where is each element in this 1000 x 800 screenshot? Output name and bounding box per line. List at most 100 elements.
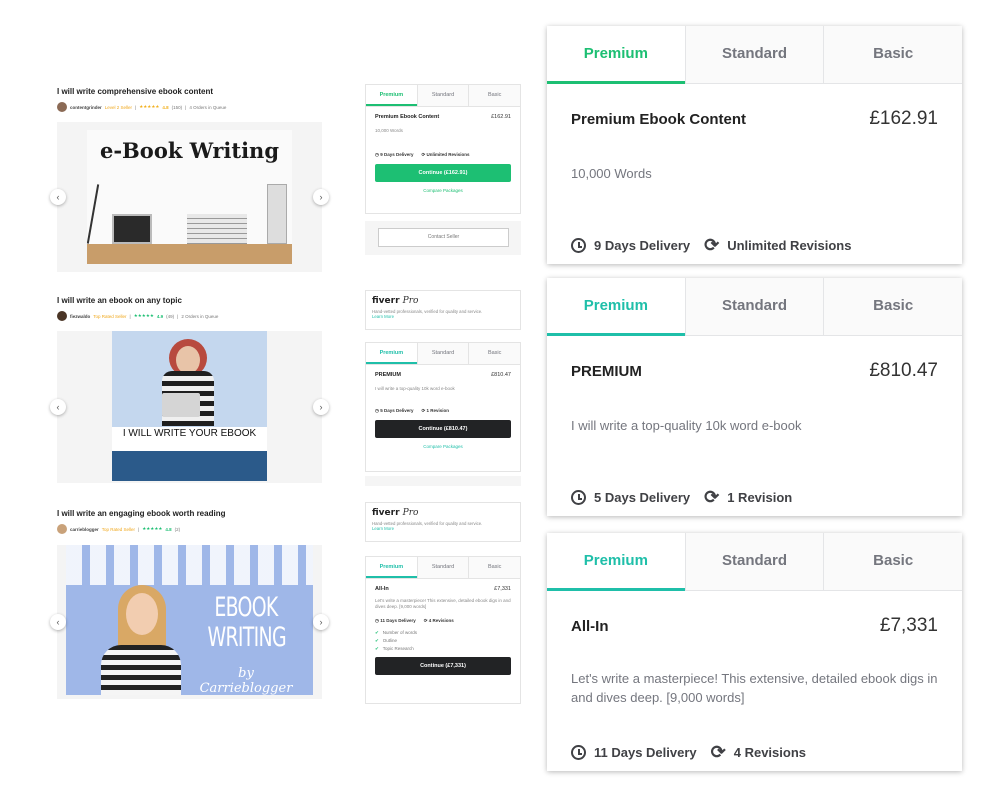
tab-premium[interactable]: Premium xyxy=(547,278,685,336)
delivery-label: 9 Days Delivery xyxy=(380,152,414,157)
tab-standard[interactable]: Standard xyxy=(416,343,469,364)
avatar[interactable] xyxy=(57,102,67,112)
chevron-left-icon[interactable]: ‹ xyxy=(50,399,66,415)
mini-package-widget-2: Premium Standard Basic PREMIUM £810.47 I… xyxy=(365,342,521,472)
tab-standard[interactable]: Standard xyxy=(684,533,824,591)
feature-label: Topic Research xyxy=(382,646,414,651)
delivery-time: ◷ 11 Days Delivery xyxy=(375,618,416,623)
delivery-time: 9 Days Delivery xyxy=(571,238,690,253)
review-count: (2) xyxy=(174,526,181,532)
package-header: Premium Ebook Content £162.91 xyxy=(571,108,938,130)
seller-level: Level 2 Seller xyxy=(104,104,133,110)
gig-card-2: I will write an ebook on any topic fiezw… xyxy=(50,296,329,483)
rating-stars-icon: ★★★★★ xyxy=(139,104,160,109)
tab-basic[interactable]: Basic xyxy=(468,85,521,106)
compare-packages-link[interactable]: Compare Packages xyxy=(375,444,511,449)
tab-basic[interactable]: Basic xyxy=(468,557,521,578)
revisions: ⟳ 1 Revision xyxy=(704,488,792,506)
avatar[interactable] xyxy=(57,311,67,321)
gig-gallery[interactable]: EBOOK WRITING by Carrieblogger ‹ › xyxy=(50,545,329,699)
check-icon: ✔ xyxy=(375,646,379,651)
seller-name[interactable]: contentgrinder xyxy=(70,105,102,110)
chevron-right-icon[interactable]: › xyxy=(313,189,329,205)
tab-premium[interactable]: Premium xyxy=(547,533,685,591)
delivery-label: 5 Days Delivery xyxy=(380,408,414,413)
tab-standard[interactable]: Standard xyxy=(416,557,469,578)
learn-more-link[interactable]: Learn More xyxy=(372,526,514,531)
refresh-icon: ⟳ xyxy=(710,742,726,762)
package-header: PREMIUM £810.47 xyxy=(375,372,511,378)
seller-name[interactable]: carrieblogger xyxy=(70,527,99,532)
tab-basic[interactable]: Basic xyxy=(823,26,963,84)
package-body: All-In £7,331 Let's write a masterpiece!… xyxy=(366,579,520,683)
gig-gallery[interactable]: e-Book Writing ‹ › xyxy=(50,122,329,272)
continue-button[interactable]: Continue (£7,331) xyxy=(375,657,511,675)
review-count: (49) xyxy=(166,313,175,319)
contact-seller-button[interactable]: Contact Seller xyxy=(378,228,509,247)
package-header: All-In £7,331 xyxy=(375,586,511,592)
rating-stars-icon: ★★★★★ xyxy=(133,313,154,318)
revisions: ⟳ 1 Revision xyxy=(421,408,450,413)
package-description: Let's write a masterpiece! This extensiv… xyxy=(375,598,511,609)
gig-title[interactable]: I will write comprehensive ebook content xyxy=(57,87,322,96)
gig-gallery[interactable]: I WILL WRITE YOUR EBOOK ‹ › xyxy=(50,331,329,483)
delivery-time: 11 Days Delivery xyxy=(571,745,697,760)
chevron-left-icon[interactable]: ‹ xyxy=(50,189,66,205)
package-tabs: Premium Standard Basic xyxy=(366,85,521,107)
tab-standard[interactable]: Standard xyxy=(684,26,824,84)
lamp-graphic xyxy=(87,184,100,244)
chevron-right-icon[interactable]: › xyxy=(313,614,329,630)
image-title: EBOOK WRITING xyxy=(207,592,287,653)
face-graphic xyxy=(126,593,158,635)
gig-title[interactable]: I will write an engaging ebook worth rea… xyxy=(57,509,322,518)
package-meta: ◷ 11 Days Delivery ⟳ 4 Revisions xyxy=(375,618,511,624)
chevron-right-icon[interactable]: › xyxy=(313,399,329,415)
fiverr-pro-banner: fiverr Pro Hand-vetted professionals, ve… xyxy=(365,502,521,542)
package-body: PREMIUM £810.47 I will write a top-quali… xyxy=(547,360,962,435)
logo-text: fiverr xyxy=(372,508,400,518)
feature-list: ✔ Number of words ✔ Outline ✔ Topic Researc… xyxy=(375,629,511,653)
feature-item: ✔ Outline xyxy=(375,637,511,645)
check-icon: ✔ xyxy=(375,630,379,635)
tab-basic[interactable]: Basic xyxy=(823,278,963,336)
package-description: Let's write a masterpiece! This extensiv… xyxy=(571,671,938,705)
continue-button[interactable]: Continue (£162.91) xyxy=(375,164,511,182)
mini-package-widget-1: Premium Standard Basic Premium Ebook Con… xyxy=(365,84,521,214)
clock-icon xyxy=(571,238,586,253)
package-meta: ◷ 9 Days Delivery ⟳ Unlimited Revisions xyxy=(375,152,511,158)
gig-title[interactable]: I will write an ebook on any topic xyxy=(57,296,322,305)
tab-standard[interactable]: Standard xyxy=(416,85,469,106)
gig-image: EBOOK WRITING by Carrieblogger xyxy=(66,545,313,695)
gig-card-3: I will write an engaging ebook worth rea… xyxy=(50,509,329,699)
compare-packages-link[interactable]: Compare Packages xyxy=(375,188,511,193)
logo-text: fiverr xyxy=(372,296,400,306)
learn-more-link[interactable]: Learn More xyxy=(372,314,514,319)
laptop-graphic xyxy=(112,214,152,244)
tab-premium[interactable]: Premium xyxy=(366,557,417,578)
image-subtitle: by Carrieblogger xyxy=(199,666,293,695)
gig-card-1: I will write comprehensive ebook content… xyxy=(50,87,329,272)
package-meta: 9 Days Delivery ⟳ Unlimited Revisions xyxy=(571,236,865,254)
avatar[interactable] xyxy=(57,524,67,534)
revisions: ⟳ Unlimited Revisions xyxy=(704,236,851,254)
package-card-3: Premium Standard Basic All-In £7,331 Let… xyxy=(547,533,963,771)
tab-premium[interactable]: Premium xyxy=(547,26,685,84)
package-price: £162.91 xyxy=(869,108,938,129)
package-tabs: Premium Standard Basic xyxy=(366,557,521,579)
tab-premium[interactable]: Premium xyxy=(366,343,417,364)
seller-name[interactable]: fiezwaldo xyxy=(70,314,90,319)
orders-in-queue: 4 Orders in Queue xyxy=(189,104,227,110)
separator: | xyxy=(135,104,137,110)
delivery-label: 5 Days Delivery xyxy=(594,490,691,505)
continue-button[interactable]: Continue (£810.47) xyxy=(375,420,511,438)
tab-basic[interactable]: Basic xyxy=(823,533,963,591)
rating-value: 4.8 xyxy=(165,526,172,532)
chevron-left-icon[interactable]: ‹ xyxy=(50,614,66,630)
rating-value: 4.9 xyxy=(156,313,164,319)
delivery-label: 9 Days Delivery xyxy=(594,238,691,253)
tab-premium[interactable]: Premium xyxy=(366,85,417,106)
gig-image: e-Book Writing xyxy=(87,130,292,264)
package-description: I will write a top-quality 10k word e-bo… xyxy=(375,386,455,391)
tab-basic[interactable]: Basic xyxy=(468,343,521,364)
tab-standard[interactable]: Standard xyxy=(684,278,824,336)
